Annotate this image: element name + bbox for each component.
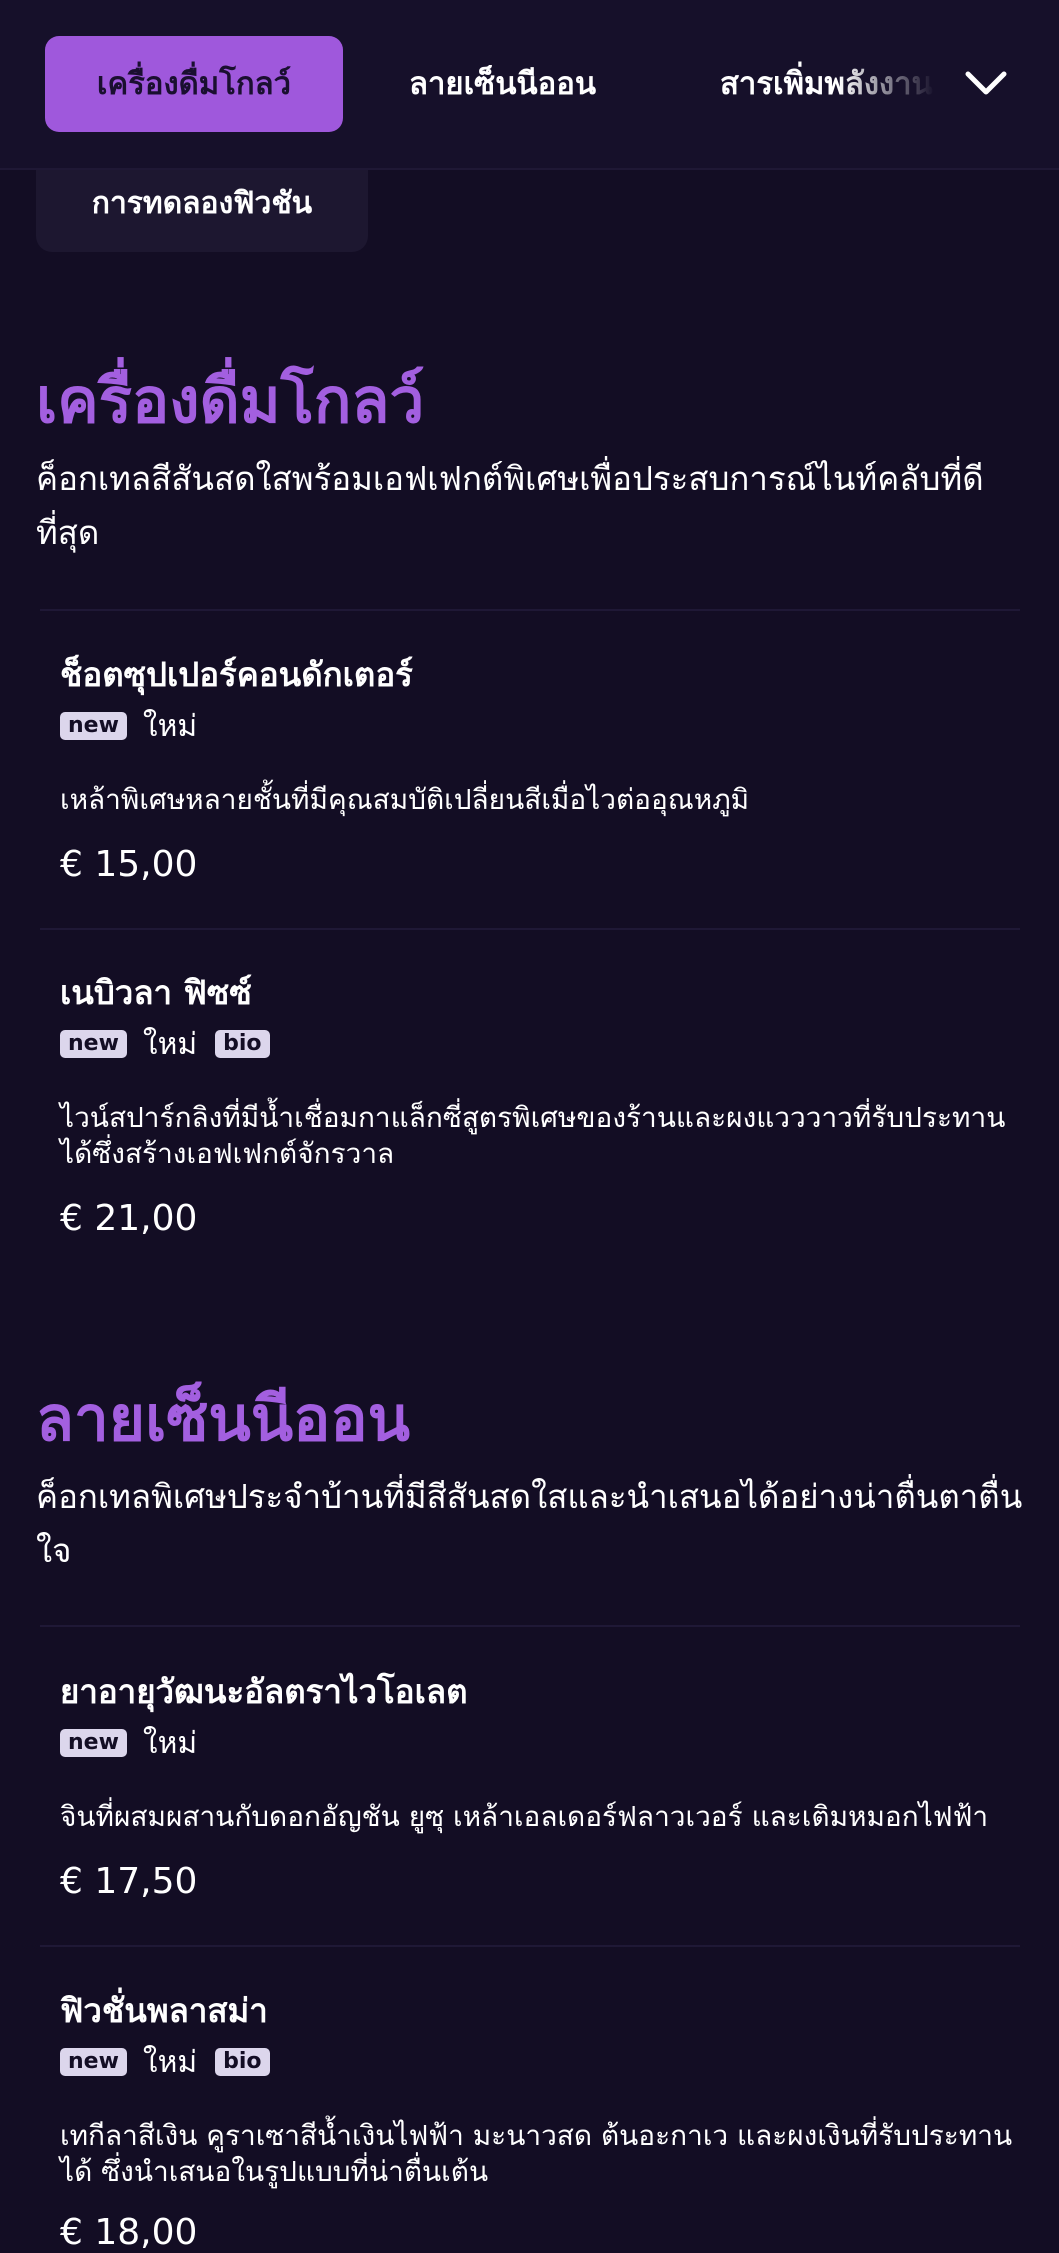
new-badge: new — [60, 1030, 127, 1058]
divider — [40, 1945, 1020, 1947]
divider — [40, 609, 1020, 611]
menu-item-price: € 15,00 — [60, 844, 198, 885]
tab-glow-drinks[interactable]: เครื่องดื่มโกลว์ — [45, 36, 343, 132]
bio-badge: bio — [215, 2048, 270, 2076]
tab-neon-signatures[interactable]: ลายเซ็นนีออน — [409, 36, 596, 132]
menu-item-name: ช็อตซุปเปอร์คอนดักเตอร์ — [60, 655, 413, 694]
new-badge-label: ใหม่ — [142, 2044, 198, 2080]
menu-item-description: จินที่ผสมผสานกับดอกอัญชัน ยูซุ เหล้าเอลเ… — [60, 1800, 989, 1833]
section-title: ลายเซ็นนีออน — [36, 1382, 411, 1455]
new-badge: new — [60, 712, 127, 740]
new-badge-label: ใหม่ — [142, 1026, 198, 1062]
new-badge: new — [60, 2048, 127, 2076]
menu-item-name: เนบิวลา ฟิซซ์ — [60, 973, 252, 1012]
menu-item-price: € 17,50 — [60, 1861, 198, 1902]
menu-item-description: เทกีลาสีเงิน คูราเซาสีน้ำเงินไฟฟ้า มะนาว… — [60, 2119, 1013, 2188]
section-description: ค็อกเทลพิเศษประจำบ้านที่มีสีสันสดใสและนำ… — [36, 1477, 1023, 1570]
menu-item-badges: new ใหม่ bio — [60, 2042, 270, 2082]
divider — [40, 928, 1020, 930]
tab-energizers[interactable]: สารเพิ่มพลังงาน — [720, 36, 935, 132]
menu-item-description: ไวน์สปาร์กลิงที่มีน้ำเชื่อมกาแล็กซี่สูตร… — [60, 1101, 1006, 1170]
new-badge: new — [60, 1729, 127, 1757]
category-nav: เครื่องดื่มโกลว์ ลายเซ็นนีออน สารเพิ่มพล… — [0, 0, 1059, 170]
new-badge-label: ใหม่ — [142, 708, 198, 744]
chevron-down-icon[interactable] — [960, 58, 1012, 110]
tab-fusion-experiments[interactable]: การทดลองฟิวชัน — [36, 168, 368, 252]
menu-item-price: € 21,00 — [60, 1198, 198, 1239]
menu-item-name: ฟิวชั่นพลาสม่า — [60, 1991, 268, 2030]
menu-item-description: เหล้าพิเศษหลายชั้นที่มีคุณสมบัติเปลี่ยนส… — [60, 783, 750, 816]
menu-item-badges: new ใหม่ — [60, 1723, 215, 1763]
divider — [40, 1625, 1020, 1627]
menu-item-price: € 18,00 — [60, 2212, 198, 2253]
bio-badge: bio — [215, 1030, 270, 1058]
section-description: ค็อกเทลสีสันสดใสพร้อมเอฟเฟกต์พิเศษเพื่อป… — [36, 459, 984, 552]
new-badge-label: ใหม่ — [142, 1725, 198, 1761]
menu-item-badges: new ใหม่ — [60, 706, 215, 746]
section-title: เครื่องดื่มโกลว์ — [36, 364, 425, 437]
menu-item-name: ยาอายุวัฒนะอัลตราไวโอเลต — [60, 1672, 468, 1711]
menu-item-badges: new ใหม่ bio — [60, 1024, 270, 1064]
